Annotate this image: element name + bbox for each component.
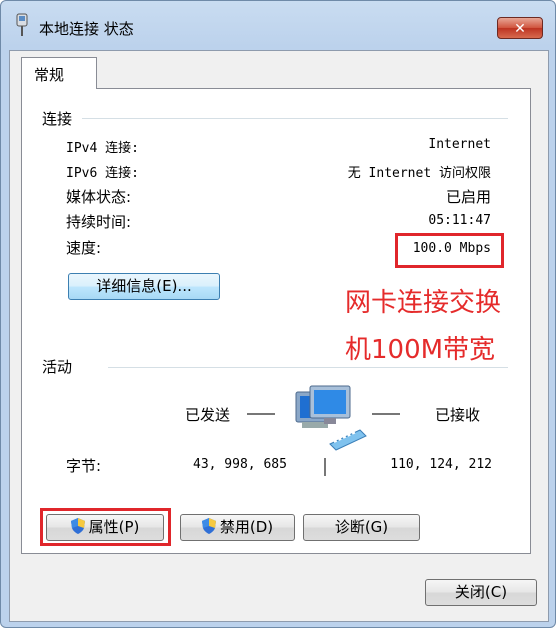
sent-label: 已发送: [185, 406, 231, 424]
connection-divider: [82, 118, 508, 119]
media-state-value: 已启用: [445, 188, 491, 206]
bytes-sent-value: 43, 998, 685: [193, 457, 287, 472]
diagnose-button[interactable]: 诊断(G): [303, 514, 420, 541]
speed-label: 速度:: [66, 239, 102, 257]
sent-line: [247, 413, 275, 415]
disable-button[interactable]: 禁用(D): [180, 514, 295, 541]
ipv4-label: IPv4 连接:: [66, 141, 139, 156]
network-adapter-icon: [16, 13, 28, 36]
general-panel: [21, 88, 531, 554]
ipv4-value: Internet: [428, 137, 491, 152]
network-computers-icon: [295, 385, 367, 451]
uac-shield-icon: [201, 518, 216, 534]
tab-general[interactable]: 常规: [21, 57, 97, 89]
ipv6-value: 无 Internet 访问权限: [347, 166, 491, 181]
activity-heading: 活动: [42, 358, 73, 376]
received-line: [372, 413, 400, 415]
ipv6-label: IPv6 连接:: [66, 166, 139, 181]
annotation-line-1: 网卡连接交换: [345, 288, 502, 318]
received-label: 已接收: [435, 406, 481, 424]
properties-button-label: 属性(P): [88, 518, 140, 536]
details-button[interactable]: 详细信息(E)...: [68, 273, 220, 300]
bytes-label: 字节:: [66, 457, 102, 475]
tab-general-label: 常规: [34, 66, 65, 84]
activity-divider: [108, 367, 508, 368]
disable-button-label: 禁用(D): [219, 518, 274, 536]
uac-shield-icon: [70, 518, 85, 534]
speed-highlight-box: [395, 233, 504, 268]
media-state-label: 媒体状态:: [66, 188, 132, 206]
bytes-divider-line: [324, 458, 326, 476]
duration-label: 持续时间:: [66, 213, 132, 231]
close-button[interactable]: 关闭(C): [425, 579, 537, 606]
window-title: 本地连接 状态: [39, 20, 134, 38]
connection-heading: 连接: [42, 110, 73, 128]
duration-value: 05:11:47: [428, 213, 491, 228]
properties-button[interactable]: 属性(P): [46, 514, 164, 541]
title-bar[interactable]: 本地连接 状态 ✕: [1, 1, 557, 49]
close-window-button[interactable]: ✕: [497, 17, 543, 39]
annotation-line-2: 机100M带宽: [345, 335, 496, 365]
bytes-received-value: 110, 124, 212: [390, 457, 492, 472]
